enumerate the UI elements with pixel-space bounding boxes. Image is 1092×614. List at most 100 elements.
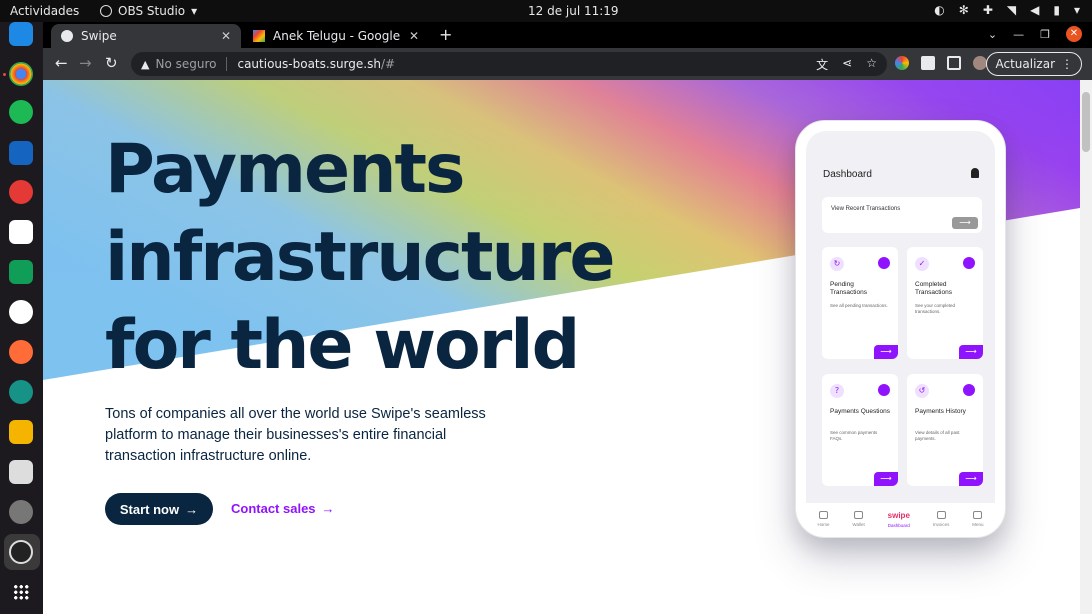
network-status-icon[interactable]: ◐: [934, 3, 944, 17]
avatar[interactable]: [973, 56, 987, 70]
forward-icon[interactable]: →: [79, 54, 92, 72]
tab-title: Anek Telugu - Google Fon: [273, 29, 401, 43]
translate-icon[interactable]: 文: [816, 56, 828, 73]
power-menu-icon[interactable]: ▾: [1074, 3, 1080, 17]
side-panel-icon[interactable]: [947, 56, 961, 70]
url-text[interactable]: cautious-boats.surge.sh/#: [237, 57, 395, 71]
phone-tab-dashboard: swipe Dashboard: [888, 511, 910, 528]
obs-icon[interactable]: [9, 540, 33, 564]
wallet-icon: [854, 511, 864, 519]
battery-icon[interactable]: ▮: [1053, 3, 1060, 17]
vscode-alt-icon[interactable]: [9, 141, 33, 165]
pending-transactions-card: ↻ Pending Transactions See all pending t…: [822, 247, 898, 359]
youtube-music-icon[interactable]: [9, 180, 33, 204]
spotify-icon[interactable]: [9, 100, 33, 124]
close-tab-icon[interactable]: ✕: [221, 29, 231, 43]
clock[interactable]: 12 de jul 11:19: [528, 4, 619, 18]
notion-icon[interactable]: [9, 220, 33, 244]
arrow-right-icon: ⟶: [874, 472, 898, 486]
system-tray[interactable]: ◐ ✻ ✚ ◥ ◀ ▮ ▾: [934, 3, 1080, 17]
arrow-right-icon: ⟶: [952, 217, 978, 229]
browser-window: Swipe ✕ Anek Telugu - Google Fon ✕ + ⌄ —…: [43, 22, 1092, 614]
slides-icon[interactable]: [9, 420, 33, 444]
warning-icon[interactable]: ▲: [141, 58, 149, 71]
puzzle-icon[interactable]: [921, 56, 935, 70]
bell-icon: [971, 168, 979, 178]
page-scrollbar[interactable]: [1080, 80, 1092, 614]
screenshot-icon[interactable]: [9, 460, 33, 484]
card-description: See all pending transactions.: [830, 303, 888, 308]
sheets-icon[interactable]: [9, 260, 33, 284]
address-bar[interactable]: ▲ No seguro cautious-boats.surge.sh/# 文 …: [131, 52, 887, 76]
phone-tab-label: Dashboard: [887, 522, 910, 528]
web-page: Payments infrastructure for the world To…: [43, 80, 1092, 614]
phone-tab-label: Invoices: [932, 522, 950, 527]
extension-icon[interactable]: [895, 56, 909, 70]
start-now-button[interactable]: Start now →: [105, 493, 213, 525]
hero-title-line: infrastructure: [105, 218, 616, 297]
restore-icon[interactable]: ❐: [1040, 28, 1050, 41]
start-now-label: Start now: [119, 501, 180, 517]
system-top-bar: Actividades OBS Studio ▾ 12 de jul 11:19…: [0, 0, 1092, 22]
status-dot: [878, 384, 890, 396]
contact-sales-label: Contact sales: [231, 501, 316, 516]
app-menu[interactable]: OBS Studio ▾: [100, 4, 197, 18]
close-tab-icon[interactable]: ✕: [409, 29, 419, 43]
card-description: See your completed transactions.: [915, 303, 956, 314]
card-title: Payments Questions: [830, 408, 890, 415]
arrow-right-icon: ⟶: [874, 345, 898, 359]
back-icon[interactable]: ←: [55, 54, 68, 72]
phone-tab-wallet: Wallet: [852, 511, 865, 527]
activities-button[interactable]: Actividades: [10, 4, 79, 18]
tab-swipe[interactable]: Swipe ✕: [51, 24, 241, 48]
share-icon[interactable]: ⋖: [842, 56, 852, 73]
security-label[interactable]: No seguro: [155, 57, 216, 71]
card-title: Payments History: [915, 408, 966, 415]
postman-icon[interactable]: [9, 340, 33, 364]
tab-google-fonts[interactable]: Anek Telugu - Google Fon ✕: [243, 24, 429, 48]
scrollbar-thumb[interactable]: [1082, 92, 1090, 152]
completed-transactions-card: ✓ Completed Transactions See your comple…: [907, 247, 983, 359]
app-menu-label: OBS Studio: [118, 4, 186, 18]
settings-icon[interactable]: [9, 500, 33, 524]
volume-icon[interactable]: ◀: [1030, 3, 1039, 17]
phone-tab-label: Home: [817, 522, 830, 527]
status-dot: [878, 257, 890, 269]
slack-tray-icon[interactable]: ✚: [983, 3, 993, 17]
chrome-icon[interactable]: [9, 62, 33, 86]
phone-tab-menu: Menu: [972, 511, 984, 527]
status-dot: [963, 257, 975, 269]
phone-dashboard-title: Dashboard: [823, 169, 872, 180]
close-window-icon[interactable]: ✕: [1066, 26, 1082, 42]
accessibility-icon[interactable]: ✻: [959, 3, 969, 17]
arrow-right-icon: ⟶: [959, 472, 983, 486]
slack-icon[interactable]: [9, 300, 33, 324]
extension-icons: [895, 56, 987, 70]
tab-search-icon[interactable]: ⌄: [988, 28, 997, 41]
minimize-icon[interactable]: —: [1013, 28, 1024, 41]
globe-icon: [61, 30, 73, 42]
obs-icon: [100, 5, 112, 17]
vscode-icon[interactable]: [9, 22, 33, 46]
more-menu-icon: ⋮: [1061, 57, 1073, 71]
recent-transactions-label: View Recent Transactions: [831, 206, 901, 212]
url-host: cautious-boats.surge.sh: [237, 57, 381, 71]
wifi-icon[interactable]: ◥: [1007, 3, 1016, 17]
tab-strip: Swipe ✕ Anek Telugu - Google Fon ✕ + ⌄ —…: [43, 22, 1092, 48]
payments-history-card: ↺ Payments History View details of all p…: [907, 374, 983, 486]
arrow-right-icon: →: [185, 501, 199, 517]
hero-title-line: for the world: [105, 306, 580, 385]
phone-tab-label: Menu: [972, 522, 984, 527]
home-icon: [818, 511, 828, 519]
dock: [0, 22, 43, 614]
bookmark-star-icon[interactable]: ☆: [866, 56, 877, 73]
swipe-logo: swipe: [887, 510, 910, 520]
reload-icon[interactable]: ↻: [105, 54, 118, 72]
arrow-right-icon: ⟶: [959, 345, 983, 359]
contact-sales-link[interactable]: Contact sales →: [231, 501, 335, 516]
show-applications-icon[interactable]: [13, 584, 29, 600]
gitkraken-icon[interactable]: [9, 380, 33, 404]
new-tab-icon[interactable]: +: [439, 25, 452, 44]
running-indicator: [3, 73, 6, 76]
update-button[interactable]: Actualizar ⋮: [986, 52, 1082, 76]
